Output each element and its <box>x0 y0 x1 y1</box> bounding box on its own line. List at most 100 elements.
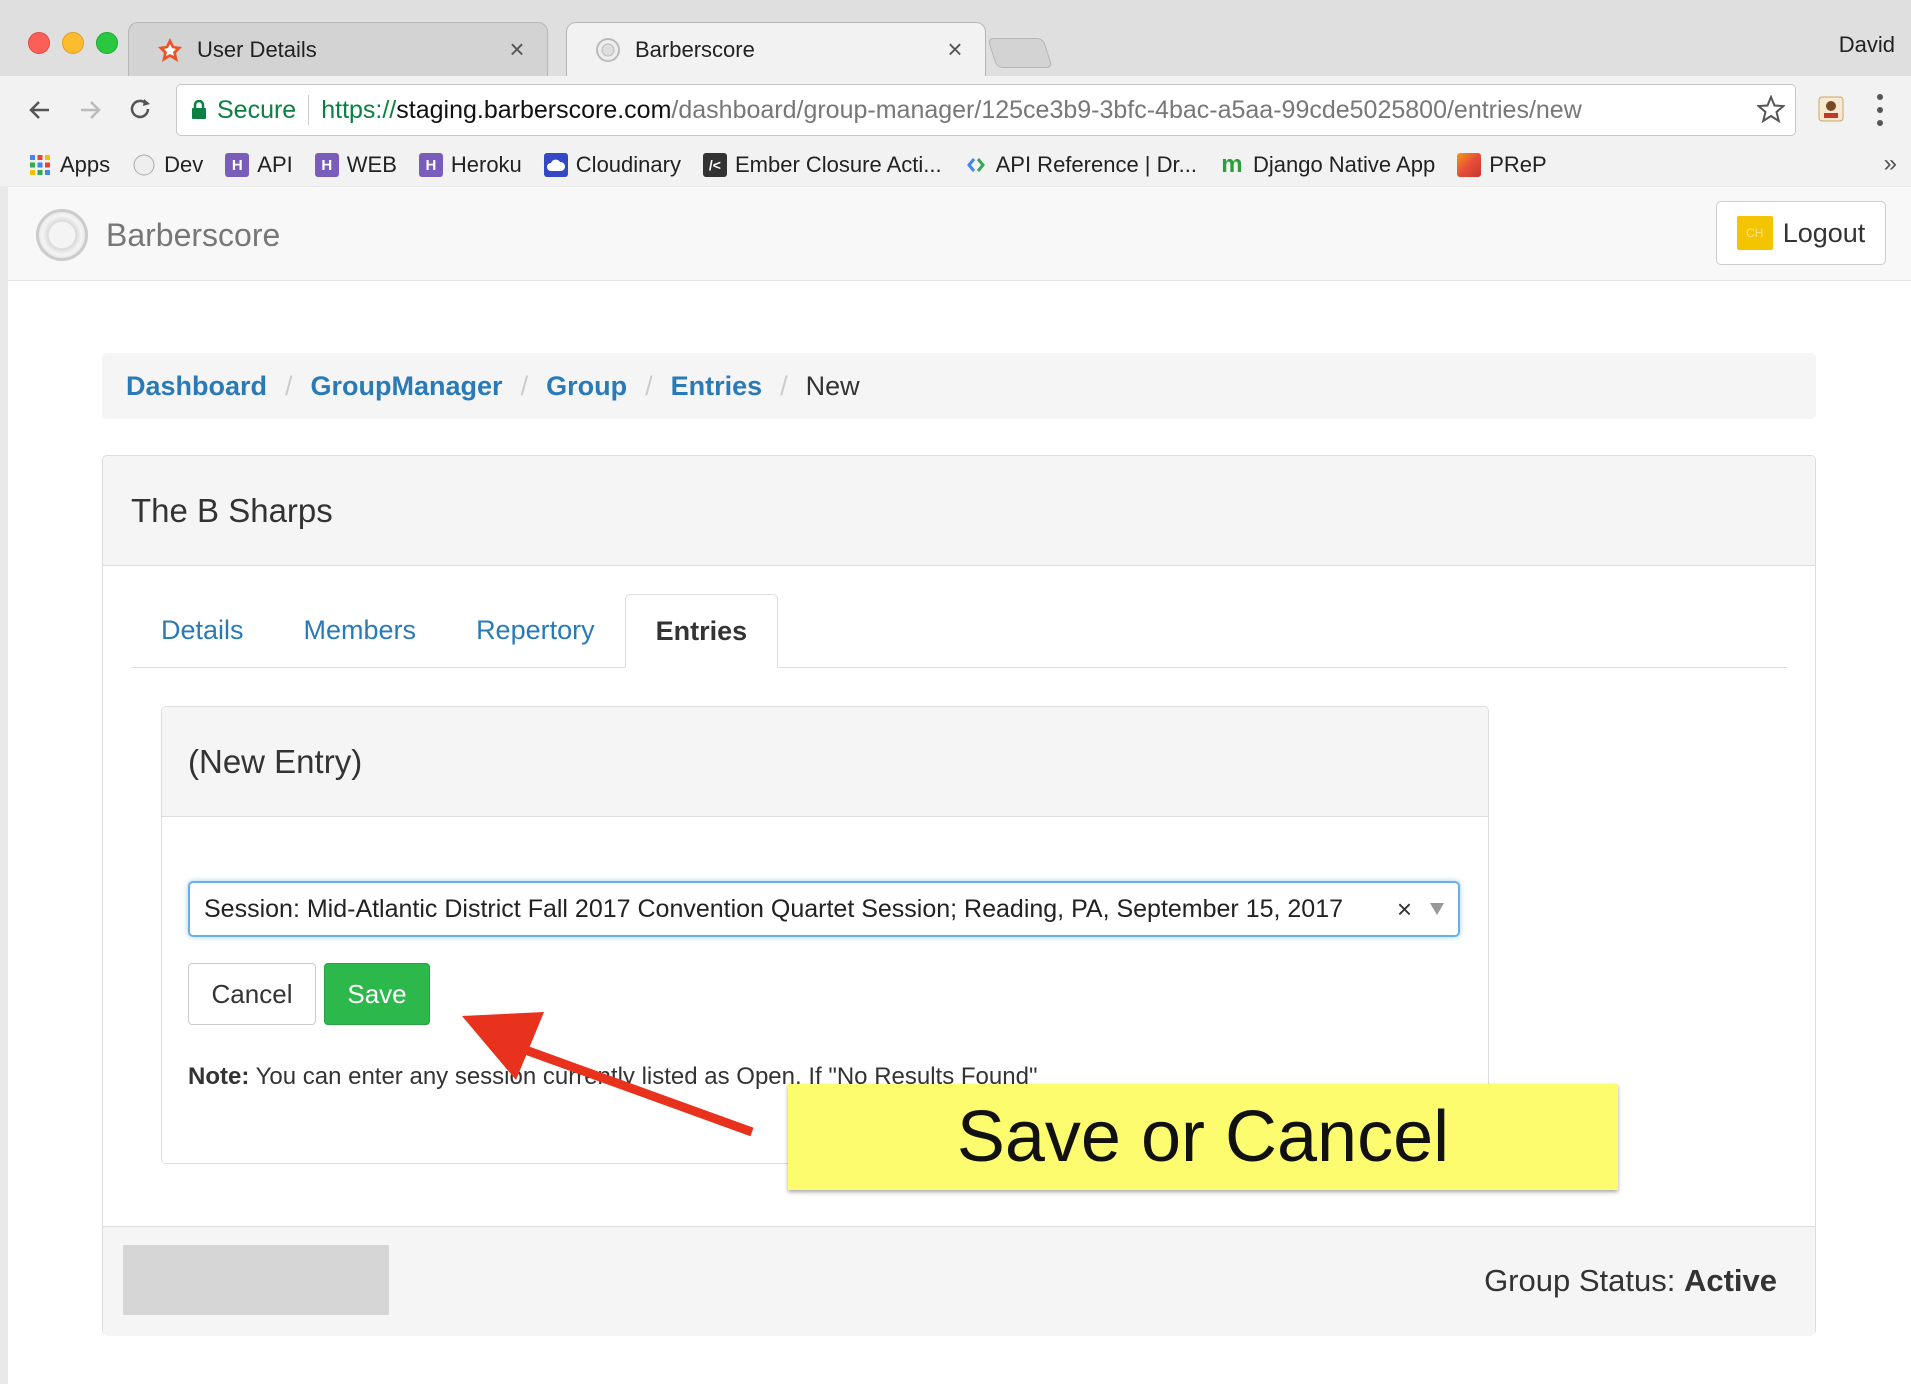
breadcrumb-separator: / <box>285 370 293 401</box>
bookmark-label: Cloudinary <box>575 152 681 177</box>
auth0-icon <box>157 37 183 63</box>
breadcrumb-separator: / <box>520 370 529 401</box>
bookmark-web[interactable]: H WEB <box>314 152 397 178</box>
window-controls <box>28 32 118 54</box>
tab-title: Barberscore <box>635 36 755 62</box>
bookmark-star-icon[interactable] <box>1755 94 1787 130</box>
bookmark-prep[interactable]: PReP <box>1457 152 1547 178</box>
breadcrumb-current: New <box>805 370 860 401</box>
breadcrumb-groupmanager[interactable]: GroupManager <box>311 371 503 402</box>
breadcrumb-separator: / <box>780 370 788 401</box>
breadcrumb-entries[interactable]: Entries <box>671 371 763 402</box>
tab-entries[interactable]: Entries <box>624 594 779 668</box>
note-label: Note: <box>188 1063 250 1090</box>
bookmark-label: PReP <box>1489 152 1547 177</box>
footer-placeholder <box>123 1245 389 1315</box>
logout-button[interactable]: CH Logout <box>1716 201 1886 265</box>
bookmark-heroku[interactable]: H Heroku <box>418 152 522 178</box>
secure-label: Secure <box>217 95 297 124</box>
close-window-button[interactable] <box>28 32 50 54</box>
browser-menu-icon[interactable] <box>1872 94 1888 126</box>
secure-indicator[interactable]: Secure <box>191 96 296 125</box>
panel-footer: Group Status: Active <box>103 1226 1815 1336</box>
tab-repertory[interactable]: Repertory <box>446 593 625 667</box>
bookmark-label: Ember Closure Acti... <box>734 152 942 177</box>
heroku-icon: H <box>418 153 443 177</box>
reload-icon[interactable] <box>122 92 158 128</box>
clear-selection-icon[interactable]: × <box>1397 894 1412 925</box>
brand-name: Barberscore <box>106 216 281 253</box>
browser-chrome: User Details × Barberscore × David Secur… <box>0 0 1911 186</box>
bookmark-label: API <box>257 152 293 177</box>
django-m-icon: m <box>1221 151 1243 178</box>
dev-icon <box>132 153 156 177</box>
url-path: /dashboard/group-manager/125ce3b9-3bfc-4… <box>671 95 1582 124</box>
bookmark-label: WEB <box>346 152 397 177</box>
url-host: staging.barberscore.com <box>396 95 672 124</box>
heroku-icon: H <box>314 153 339 177</box>
tab-members[interactable]: Members <box>274 593 447 667</box>
bookmark-django[interactable]: m Django Native App <box>1219 151 1435 178</box>
browser-tab-user-details[interactable]: User Details × <box>128 22 548 76</box>
more-bookmarks-icon[interactable]: » <box>1884 150 1897 178</box>
apps-grid-icon <box>28 153 52 177</box>
tab-title: User Details <box>197 36 317 62</box>
session-selected-value: Session: Mid-Atlantic District Fall 2017… <box>204 894 1344 923</box>
dropdown-arrow-icon[interactable] <box>1430 903 1444 915</box>
bookmark-label: Heroku <box>450 152 522 177</box>
logout-label: Logout <box>1782 217 1866 248</box>
breadcrumb-group[interactable]: Group <box>546 371 627 402</box>
minimize-window-button[interactable] <box>62 32 84 54</box>
breadcrumb: Dashboard / GroupManager / Group / Entri… <box>102 353 1816 419</box>
barberscore-favicon <box>595 37 621 63</box>
bookmark-dev[interactable]: Dev <box>132 152 203 178</box>
bookmark-ember[interactable]: /< Ember Closure Acti... <box>702 152 942 178</box>
url-scheme: https:// <box>321 95 397 124</box>
save-button[interactable]: Save <box>324 963 430 1025</box>
bookmark-label: Apps <box>60 152 111 177</box>
browser-tab-barberscore[interactable]: Barberscore × <box>566 22 986 76</box>
omnibox-divider <box>308 95 310 125</box>
close-tab-icon[interactable]: × <box>505 34 529 65</box>
maximize-window-button[interactable] <box>96 32 118 54</box>
bookmark-api-reference[interactable]: API Reference | Dr... <box>964 152 1197 178</box>
profile-name[interactable]: David <box>1839 32 1895 58</box>
ember-icon: /< <box>702 153 727 177</box>
app-navbar: Barberscore CH Logout <box>8 187 1911 281</box>
browser-toolbar: Secure https:// staging.barberscore.com … <box>0 76 1911 144</box>
heroku-icon: H <box>225 153 250 177</box>
bookmark-cloudinary[interactable]: Cloudinary <box>543 152 681 178</box>
new-entry-title: (New Entry) <box>162 707 1488 817</box>
annotation-callout: Save or Cancel <box>788 1084 1618 1190</box>
brand-link[interactable]: Barberscore <box>36 209 280 261</box>
barberscore-logo-icon <box>36 209 88 261</box>
breadcrumb-separator: / <box>645 370 653 401</box>
tab-details[interactable]: Details <box>131 593 274 667</box>
user-badge-icon: CH <box>1736 216 1773 250</box>
session-select[interactable]: Session: Mid-Atlantic District Fall 2017… <box>188 881 1460 937</box>
forward-icon[interactable] <box>72 92 108 128</box>
web-page: Barberscore CH Logout Dashboard / GroupM… <box>8 187 1911 1384</box>
extension-icon[interactable] <box>1816 94 1846 124</box>
group-status-value: Active <box>1683 1263 1777 1298</box>
bookmark-label: API Reference | Dr... <box>995 152 1197 177</box>
lock-icon <box>192 100 206 119</box>
group-status-label: Group Status: <box>1484 1263 1684 1298</box>
cancel-button[interactable]: Cancel <box>188 963 316 1025</box>
address-bar[interactable]: Secure https:// staging.barberscore.com … <box>176 84 1796 136</box>
prep-icon <box>1457 153 1482 177</box>
bookmark-apps[interactable]: Apps <box>28 152 110 178</box>
group-panel: The B Sharps Details Members Repertory E… <box>102 455 1816 1336</box>
breadcrumb-dashboard[interactable]: Dashboard <box>126 371 267 402</box>
close-tab-icon[interactable]: × <box>943 34 967 65</box>
group-status: Group Status: Active <box>1484 1263 1777 1299</box>
group-title: The B Sharps <box>103 456 1815 566</box>
new-tab-button[interactable] <box>987 38 1053 68</box>
api-reference-icon <box>964 153 988 177</box>
bookmark-api[interactable]: H API <box>225 152 293 178</box>
cloudinary-icon <box>543 153 568 177</box>
bookmarks-bar: Apps Dev H API H WEB H Heroku Cloudinary… <box>0 144 1911 186</box>
tab-strip: User Details × Barberscore × David <box>0 0 1911 76</box>
group-tabs: Details Members Repertory Entries <box>131 594 1787 668</box>
back-icon[interactable] <box>22 92 58 128</box>
